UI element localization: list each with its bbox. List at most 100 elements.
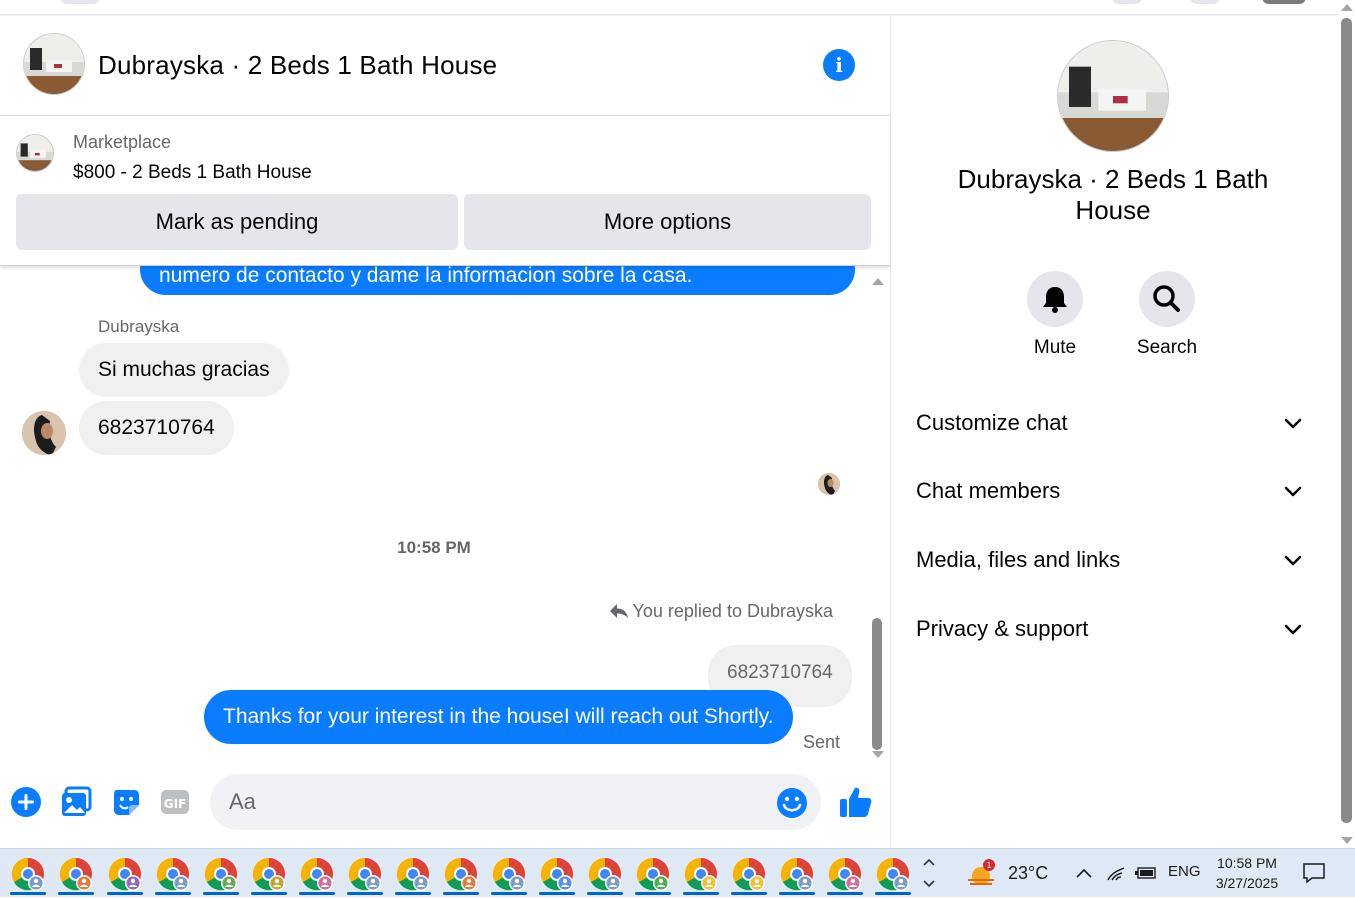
section-chat-members[interactable]: Chat members [916,478,1311,504]
search-button[interactable] [1139,271,1195,327]
top-strip [0,0,1338,15]
active-indicator [635,892,671,895]
active-indicator [347,892,383,895]
listing-thumbnail[interactable] [16,134,54,172]
chrome-profile-icon[interactable] [297,854,337,895]
battery-icon[interactable] [1134,865,1158,881]
outgoing-message-partial[interactable]: numero de contacto y dame la informacion… [140,266,855,295]
chrome-profile-icon[interactable] [393,854,433,895]
active-indicator [58,892,94,895]
more-options-button[interactable]: More options [464,194,871,250]
conversation-title[interactable]: Dubrayska · 2 Beds 1 Bath House [98,50,497,81]
section-privacy-support[interactable]: Privacy & support [916,616,1311,642]
chrome-profile-icon[interactable] [825,854,865,895]
chrome-profile-icon[interactable] [777,854,817,895]
chrome-icon [108,857,141,891]
active-indicator [539,892,575,895]
plus-circle-icon[interactable] [10,786,42,818]
chrome-profile-icon[interactable] [537,854,577,895]
clock[interactable]: 10:58 PM 3/27/2025 [1208,853,1286,893]
chrome-profile-icon[interactable] [105,854,145,895]
message-timestamp: 10:58 PM [397,538,471,557]
language-indicator[interactable]: ENG [1168,863,1201,880]
chevron-up-icon[interactable] [1074,865,1094,881]
chrome-profile-icon[interactable] [345,854,385,895]
scrollbar-thumb[interactable] [1341,18,1352,823]
mute-action[interactable]: Mute [995,271,1115,359]
message-list[interactable]: numero de contacto y dame la informacion… [0,266,890,756]
active-indicator [827,892,863,895]
marketplace-banner: Marketplace $800 - 2 Beds 1 Bath House M… [0,116,890,266]
chrome-icon [156,857,189,891]
active-indicator [155,892,191,895]
replied-indicator: You replied to Dubrayska [609,601,833,622]
conversation-pane: Dubrayska · 2 Beds 1 Bath House i Market… [0,16,890,848]
scroll-down-icon[interactable] [1341,837,1353,844]
thumbs-up-icon[interactable] [838,784,874,820]
sender-name: Dubrayska [98,317,180,336]
chrome-profile-icon[interactable] [8,854,48,895]
chrome-icon [540,857,573,891]
chrome-profile-icon[interactable] [633,854,673,895]
chrome-profile-icon[interactable] [873,854,913,895]
mute-button[interactable] [1027,271,1083,327]
mark-as-pending-button[interactable]: Mark as pending [16,194,458,250]
active-indicator [683,892,719,895]
search-action[interactable]: Search [1107,271,1227,359]
gif-icon[interactable]: GIF [159,786,191,818]
temperature[interactable]: 23°C [1008,863,1048,884]
clock-date: 3/27/2025 [1215,875,1279,891]
notification-icon[interactable] [1302,862,1326,884]
chrome-profile-icon[interactable] [585,854,625,895]
page-scrollbar[interactable] [1338,0,1355,848]
active-indicator [491,892,527,895]
sidebar-avatar[interactable] [1057,40,1169,152]
section-customize-chat[interactable]: Customize chat [916,410,1311,436]
scroll-down-icon[interactable] [872,751,884,758]
chrome-profile-icon[interactable] [153,854,193,895]
active-indicator [731,892,767,895]
sent-status: Sent [803,732,841,752]
reply-arrow-icon [609,604,628,618]
chrome-icon [59,857,92,891]
chrome-profile-icon[interactable] [201,854,241,895]
chevron-down-icon [1284,486,1302,497]
message-scrollbar[interactable] [868,278,888,758]
active-indicator [443,892,479,895]
scrollbar-thumb[interactable] [872,618,882,750]
active-indicator [779,892,815,895]
chrome-profile-icon[interactable] [441,854,481,895]
top-fragment [1190,0,1220,4]
chat-info-sidebar: Dubrayska · 2 Beds 1 Bath House Mute Sea… [891,16,1338,848]
chrome-profile-icon[interactable] [729,854,769,895]
chrome-profile-icon[interactable] [681,854,721,895]
mute-label: Mute [1033,337,1077,358]
scroll-up-icon[interactable] [872,278,884,285]
chrome-icon [876,857,909,891]
chrome-icon [300,857,333,891]
photo-gallery-icon[interactable] [60,786,92,818]
scroll-up-icon[interactable] [1341,4,1353,11]
sticker-icon[interactable] [110,786,142,818]
info-icon[interactable]: i [823,49,855,81]
section-label: Chat members [916,478,1061,503]
wifi-icon[interactable] [1106,864,1126,882]
outgoing-message[interactable]: Thanks for your interest in the houseI w… [204,690,793,744]
chrome-icon [780,857,813,891]
active-indicator [299,892,335,895]
chrome-profile-icon[interactable] [249,854,289,895]
section-media-files-links[interactable]: Media, files and links [916,547,1311,573]
taskbar-overflow-arrows[interactable] [920,853,938,893]
room-photo-icon [1058,41,1168,151]
weather-icon[interactable]: 1 [965,859,997,889]
message-input[interactable] [210,774,821,830]
incoming-message[interactable]: 6823710764 [79,401,234,455]
incoming-message[interactable]: Si muchas gracias [79,343,289,397]
emoji-icon[interactable] [776,787,808,819]
chrome-profile-icon[interactable] [489,854,529,895]
sender-avatar[interactable] [22,411,66,455]
chrome-profile-icon[interactable] [56,854,96,895]
listing-price[interactable]: $800 - 2 Beds 1 Bath House [73,162,312,184]
listing-avatar[interactable] [23,33,85,95]
conversation-header: Dubrayska · 2 Beds 1 Bath House i [0,16,890,116]
